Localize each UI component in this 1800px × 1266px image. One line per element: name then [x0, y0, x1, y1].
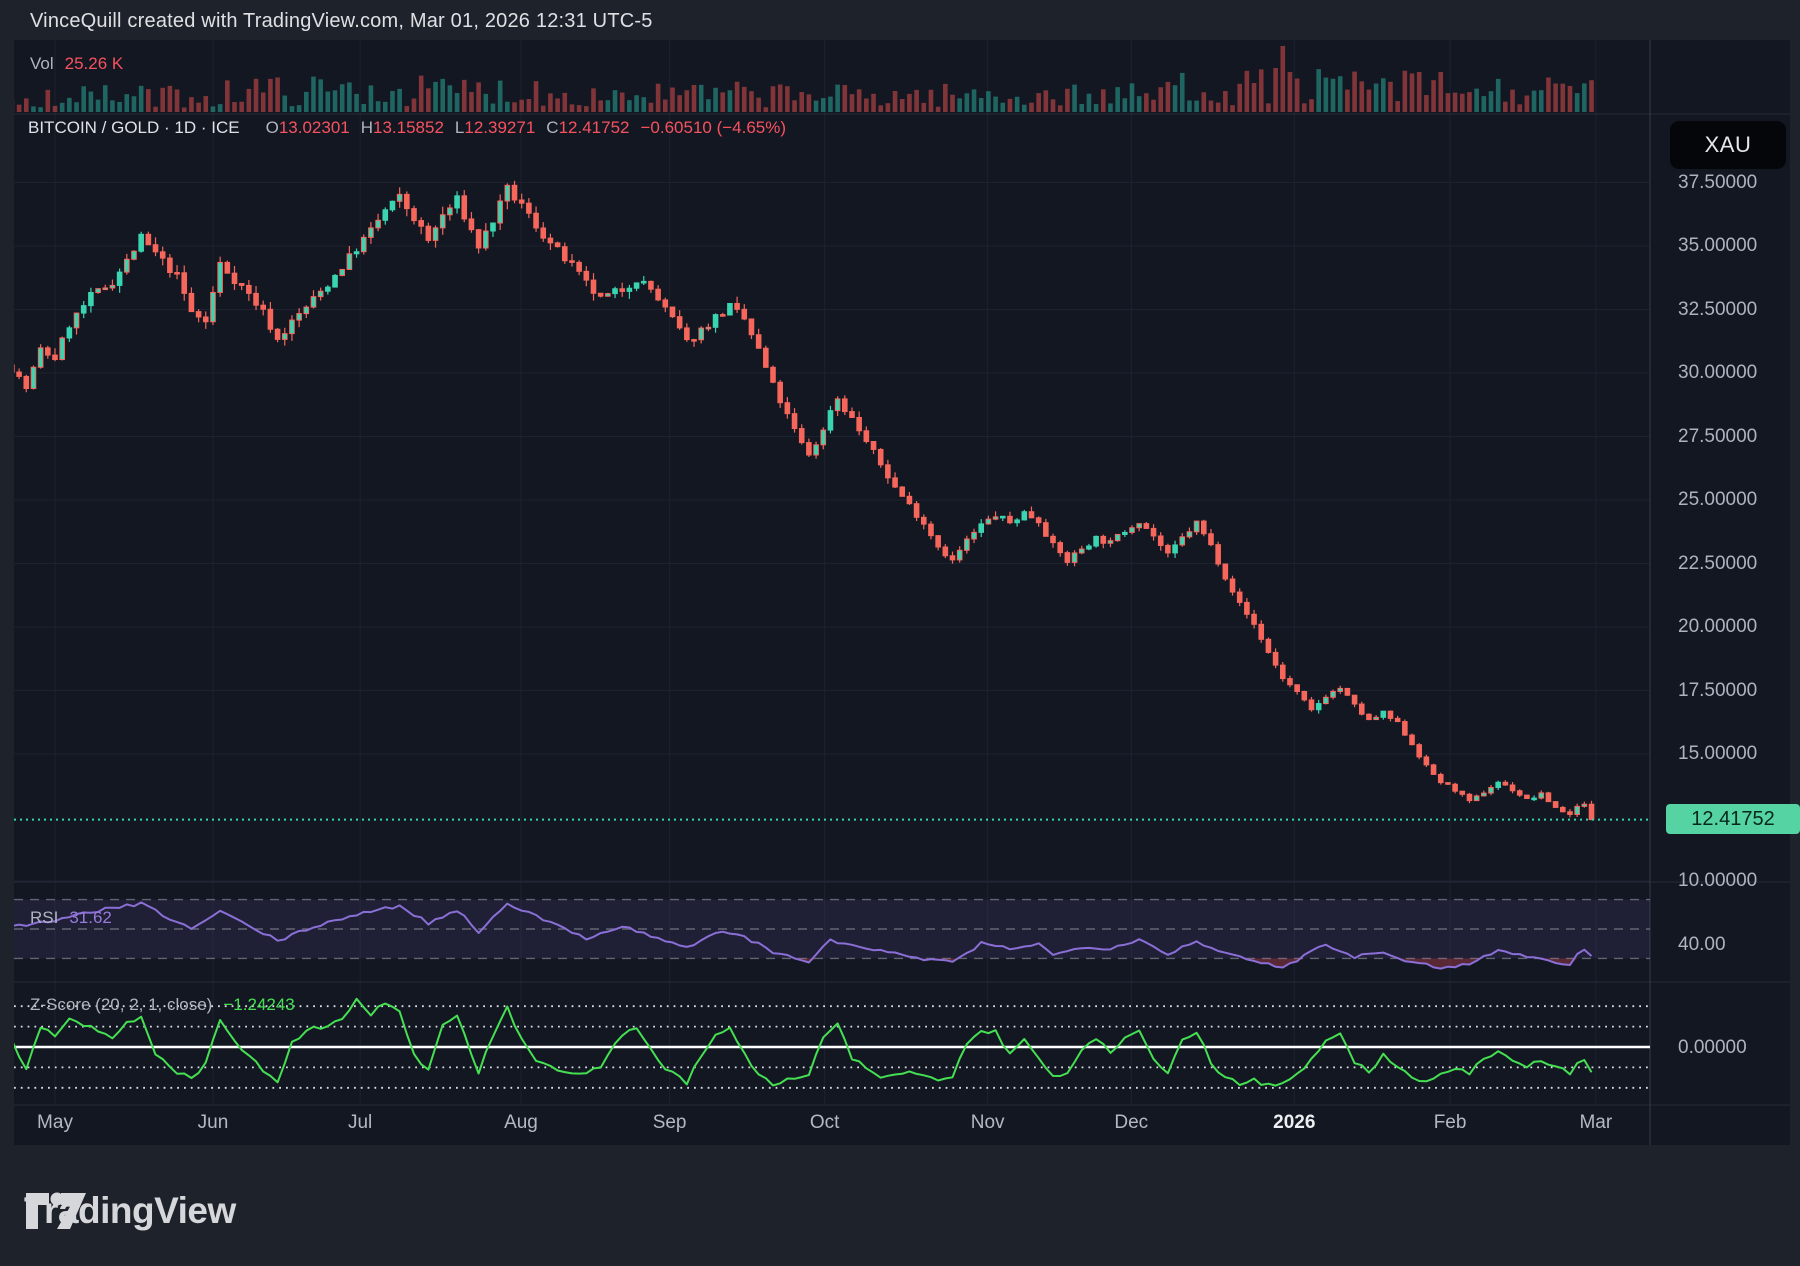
time-axis-label: Dec: [1114, 1112, 1148, 1134]
time-axis-label: Sep: [653, 1112, 687, 1134]
change-value: −0.60510 (−4.65%): [640, 118, 786, 138]
rsi-label: RSI: [30, 908, 58, 928]
zscore-axis-tick: 0.00000: [1678, 1037, 1747, 1059]
price-scale-unit-badge[interactable]: XAU: [1670, 121, 1786, 169]
price-tick-label: 15.00000: [1678, 743, 1757, 765]
volume-value: 25.26 K: [65, 54, 124, 74]
time-axis-label: Jun: [198, 1112, 229, 1134]
price-tick-label: 30.00000: [1678, 362, 1757, 384]
symbol-legend[interactable]: BITCOIN / GOLD · 1D · ICE O13.02301 H13.…: [28, 118, 786, 138]
chart-canvas[interactable]: [14, 40, 1790, 1145]
price-tick-label: 27.50000: [1678, 426, 1757, 448]
time-axis-label: Nov: [971, 1112, 1005, 1134]
price-tick-label: 17.50000: [1678, 680, 1757, 702]
price-tick-label: 20.00000: [1678, 616, 1757, 638]
zscore-value: −1.24243: [223, 995, 294, 1015]
zscore-legend[interactable]: Z-Score (20, 2, 1, close) −1.24243: [30, 995, 295, 1015]
price-tick-label: 10.00000: [1678, 870, 1757, 892]
rsi-value: 31.62: [69, 908, 112, 928]
price-tick-label: 32.50000: [1678, 299, 1757, 321]
time-axis-label: Feb: [1434, 1112, 1467, 1134]
rsi-legend[interactable]: RSI 31.62: [30, 908, 112, 928]
symbol-title: BITCOIN / GOLD · 1D · ICE: [28, 118, 240, 138]
chart-panel[interactable]: Vol 25.26 K BITCOIN / GOLD · 1D · ICE O1…: [14, 40, 1790, 1145]
time-axis-label: Oct: [810, 1112, 840, 1134]
ohlc-low: L12.39271: [455, 118, 535, 138]
chart-attribution-header: VinceQuill created with TradingView.com,…: [30, 10, 653, 33]
price-tick-label: 37.50000: [1678, 172, 1757, 194]
time-axis-label: Mar: [1579, 1112, 1612, 1134]
time-axis-label: 2026: [1273, 1112, 1315, 1134]
zscore-label: Z-Score (20, 2, 1, close): [30, 995, 212, 1015]
tradingview-logo[interactable]: TradingView: [24, 1190, 236, 1232]
ohlc-high: H13.15852: [361, 118, 444, 138]
time-axis-label: Aug: [504, 1112, 538, 1134]
volume-legend[interactable]: Vol 25.26 K: [30, 54, 123, 74]
ohlc-close: C12.41752: [546, 118, 629, 138]
price-tick-label: 22.50000: [1678, 553, 1757, 575]
time-axis-label: May: [37, 1112, 73, 1134]
volume-label: Vol: [30, 54, 54, 74]
price-tick-label: 25.00000: [1678, 489, 1757, 511]
rsi-axis-tick: 40.00: [1678, 934, 1726, 956]
tradingview-published-chart: VinceQuill created with TradingView.com,…: [0, 0, 1800, 1266]
time-axis-label: Jul: [348, 1112, 372, 1134]
tradingview-logo-icon: [24, 1190, 88, 1232]
last-price-badge: 12.41752: [1666, 804, 1800, 834]
price-tick-label: 35.00000: [1678, 235, 1757, 257]
ohlc-open: O13.02301: [266, 118, 350, 138]
